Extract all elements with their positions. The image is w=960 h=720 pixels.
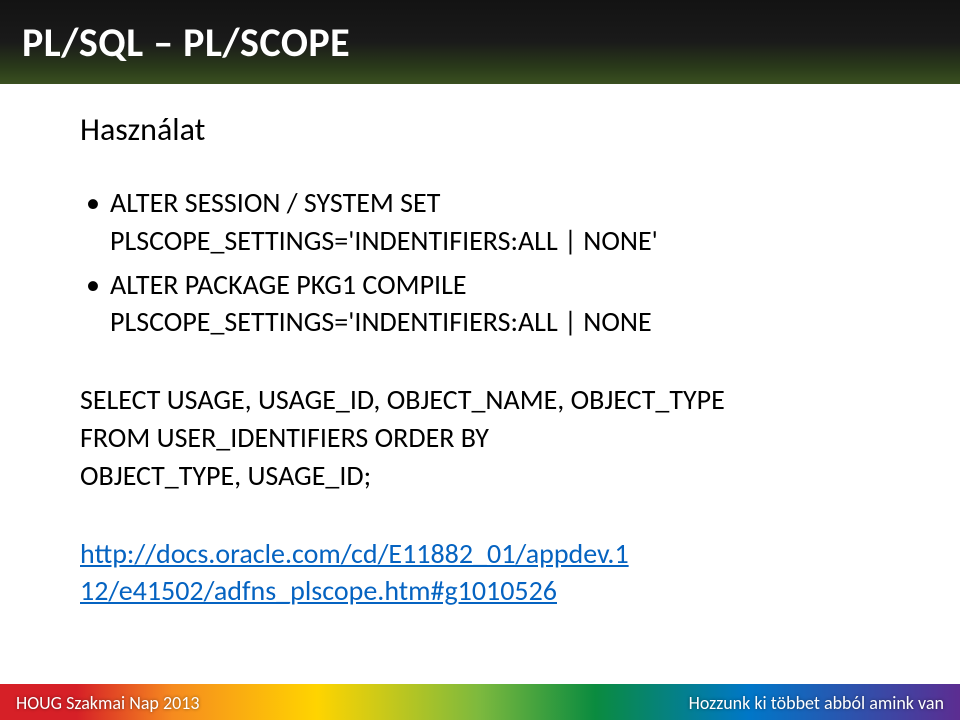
footer-right-text: Hozzunk ki többet abból amink van xyxy=(689,692,944,714)
title-bar: PL/SQL – PL/SCOPE xyxy=(0,0,960,84)
footer-left-text: HOUG Szakmai Nap 2013 xyxy=(16,692,199,714)
bullet1-line2: PLSCOPE_SETTINGS='INDENTIFIERS:ALL | NON… xyxy=(110,223,658,258)
bullet-item-2: ALTER PACKAGE PKG1 COMPILE PLSCOPE_SETTI… xyxy=(80,266,920,342)
bullet2-line1: ALTER PACKAGE PKG1 COMPILE xyxy=(110,267,467,302)
slide-content: Használat ALTER SESSION / SYSTEM SET PLS… xyxy=(80,110,920,610)
bullet-list: ALTER SESSION / SYSTEM SET PLSCOPE_SETTI… xyxy=(80,184,920,341)
link-line-2: 12/e41502/adfns_plscope.htm#g1010526 xyxy=(80,573,557,608)
link-line-1: http://docs.oracle.com/cd/E11882_01/appd… xyxy=(80,536,629,571)
code-line-2: FROM USER_IDENTIFIERS ORDER BY xyxy=(80,420,489,455)
docs-link[interactable]: http://docs.oracle.com/cd/E11882_01/appd… xyxy=(80,536,629,609)
slide-title: PL/SQL – PL/SCOPE xyxy=(22,18,350,67)
code-block: SELECT USAGE, USAGE_ID, OBJECT_NAME, OBJ… xyxy=(80,381,920,494)
bullet-item-1: ALTER SESSION / SYSTEM SET PLSCOPE_SETTI… xyxy=(80,184,920,260)
bullet2-line2: PLSCOPE_SETTINGS='INDENTIFIERS:ALL | NON… xyxy=(110,304,652,339)
link-block: http://docs.oracle.com/cd/E11882_01/appd… xyxy=(80,535,920,611)
bullet1-line1: ALTER SESSION / SYSTEM SET xyxy=(110,185,440,220)
code-line-1: SELECT USAGE, USAGE_ID, OBJECT_NAME, OBJ… xyxy=(80,382,725,417)
section-heading: Használat xyxy=(80,110,920,149)
code-line-3: OBJECT_TYPE, USAGE_ID; xyxy=(80,458,371,493)
